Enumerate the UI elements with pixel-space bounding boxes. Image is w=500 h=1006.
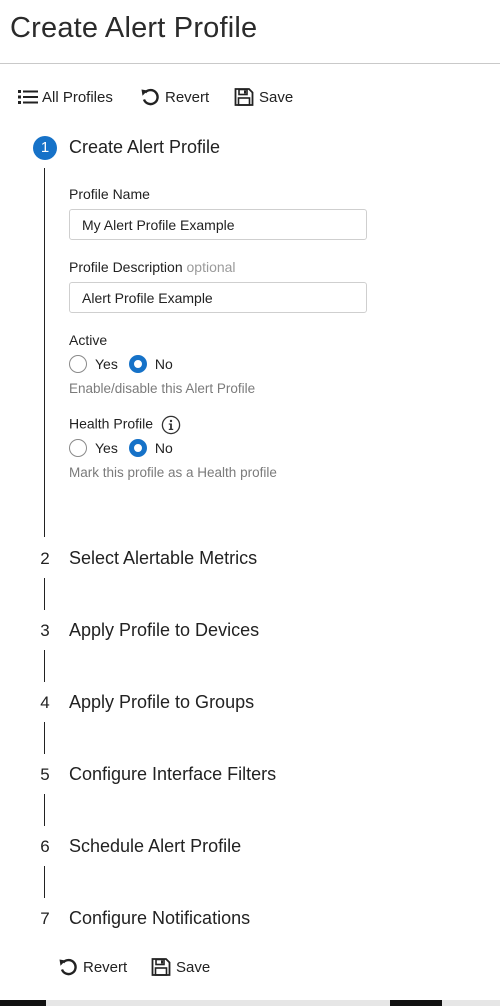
active-yes-radio[interactable] (69, 355, 87, 373)
health-yes-radio[interactable] (69, 439, 87, 457)
revert-icon (141, 88, 159, 106)
scrollbar-thumb[interactable] (46, 1000, 390, 1006)
profile-description-input[interactable] (69, 282, 367, 313)
scrollbar-edge-left (0, 1000, 46, 1006)
all-profiles-label: All Profiles (42, 88, 113, 106)
active-label: Active (69, 332, 108, 348)
step-5-title[interactable]: Configure Interface Filters (69, 764, 276, 785)
health-profile-label: Health Profile (69, 415, 181, 435)
health-no-radio[interactable] (128, 439, 147, 457)
step-4-connector (44, 722, 45, 754)
save-label: Save (259, 88, 294, 106)
step-4-number: 4 (40, 693, 50, 712)
step-3-connector (44, 650, 45, 682)
health-no-label[interactable]: No (155, 440, 173, 456)
step-5-number: 5 (40, 765, 50, 784)
health-yes-label[interactable]: Yes (95, 440, 118, 456)
footer-revert-label: Revert (83, 958, 128, 976)
active-radio-group: Yes No (69, 354, 184, 374)
step-5-connector (44, 794, 45, 826)
active-no-label[interactable]: No (155, 356, 173, 372)
scrollbar-track (390, 1000, 442, 1006)
footer-save-label: Save (176, 958, 211, 976)
step-1-title[interactable]: Create Alert Profile (69, 137, 220, 158)
step-2-title[interactable]: Select Alertable Metrics (69, 548, 257, 569)
revert-button[interactable]: Revert (140, 86, 209, 108)
all-profiles-button[interactable]: All Profiles (18, 86, 113, 108)
active-no-radio[interactable] (128, 355, 147, 373)
footer-save-button[interactable]: Save (151, 956, 210, 978)
step-7-number: 7 (40, 909, 50, 928)
title-divider (0, 63, 500, 64)
scrollbar-edge-right (442, 1000, 500, 1006)
horizontal-scrollbar[interactable] (0, 1000, 500, 1006)
save-button[interactable]: Save (234, 86, 293, 108)
profile-name-input[interactable] (69, 209, 367, 240)
step-2-connector (44, 578, 45, 610)
footer-revert-button[interactable]: Revert (58, 956, 127, 978)
list-icon (18, 90, 38, 104)
step-7-title[interactable]: Configure Notifications (69, 908, 250, 929)
profile-name-label: Profile Name (69, 186, 150, 202)
profile-description-label: Profile Description optional (69, 259, 236, 275)
health-profile-label-text: Health Profile (69, 415, 154, 432)
step-4-title[interactable]: Apply Profile to Groups (69, 692, 254, 713)
active-help-text: Enable/disable this Alert Profile (69, 381, 256, 396)
health-profile-help-text: Mark this profile as a Health profile (69, 465, 277, 480)
save-icon (151, 958, 171, 976)
step-3-number: 3 (40, 621, 50, 640)
step-6-number: 6 (40, 837, 50, 856)
step-6-title[interactable]: Schedule Alert Profile (69, 836, 241, 857)
active-yes-label[interactable]: Yes (95, 356, 118, 372)
revert-label: Revert (165, 88, 210, 106)
info-icon[interactable] (161, 415, 181, 435)
step-3-title[interactable]: Apply Profile to Devices (69, 620, 259, 641)
optional-hint: optional (186, 259, 236, 275)
page-title: Create Alert Profile (10, 12, 258, 44)
step-1-connector (44, 168, 45, 537)
step-1-number: 1 (33, 136, 57, 160)
save-icon (234, 88, 254, 106)
health-profile-radio-group: Yes No (69, 438, 184, 458)
step-6-connector (44, 866, 45, 898)
step-2-number: 2 (40, 549, 50, 568)
profile-description-label-text: Profile Description (69, 259, 183, 275)
revert-icon (59, 958, 77, 976)
